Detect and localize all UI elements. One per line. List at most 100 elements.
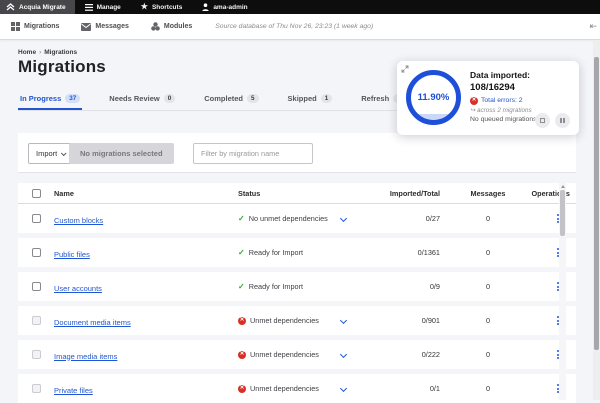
- migration-name-link[interactable]: Public files: [54, 250, 90, 259]
- messages-count: 0: [485, 384, 491, 393]
- status-error-icon: ✕: [238, 384, 246, 393]
- stop-icon: [540, 118, 545, 123]
- table-row: Custom blocks ✓ ✕ No unmet dependencies …: [18, 204, 576, 233]
- tab-count-badge: 5: [247, 93, 259, 103]
- page-scrollbar[interactable]: [593, 40, 600, 400]
- secondary-toolbar: Migrations Messages Modules Source datab…: [0, 14, 600, 40]
- admin-bar: Acquia Migrate Manage ★ Shortcuts ama-ad…: [0, 0, 600, 14]
- table-row: Document media items ✓ ✕ Unmet dependenc…: [18, 306, 576, 335]
- star-icon: ★: [140, 2, 148, 11]
- status-ok-icon: ✓: [238, 247, 245, 257]
- status-error-icon: ✕: [238, 316, 246, 325]
- table-header-row: Name Status Imported/Total Messages Oper…: [18, 183, 576, 204]
- stop-import-button[interactable]: [535, 113, 550, 128]
- migration-name-link[interactable]: User accounts: [54, 284, 102, 293]
- selection-status-button[interactable]: No migrations selected: [69, 143, 174, 164]
- table-row: Private files ✓ ✕ Unmet dependencies 0/1…: [18, 374, 576, 403]
- header-messages: Messages: [470, 188, 506, 198]
- tab-count-badge: 0: [163, 93, 176, 103]
- toolbar-item-messages[interactable]: Messages: [70, 14, 139, 39]
- imported-total-value: 0/901: [421, 316, 440, 325]
- page-title: Migrations: [18, 57, 106, 76]
- migration-name-link[interactable]: Image media items: [54, 352, 117, 361]
- imported-total-value: 0/1: [429, 384, 440, 393]
- breadcrumb-separator: ›: [39, 49, 42, 56]
- header-name: Name: [54, 188, 74, 198]
- table-row: User accounts ✓ ✕ Ready for Import 0/9 0: [18, 272, 576, 301]
- user-menu[interactable]: ama-admin: [192, 0, 257, 14]
- status-ok-icon: ✓: [238, 213, 245, 223]
- redirect-arrow-icon: ↪: [470, 106, 476, 114]
- toolbar-item-migrations[interactable]: Migrations: [0, 14, 70, 39]
- migration-name-link[interactable]: Private files: [54, 386, 93, 395]
- breadcrumb-home-link[interactable]: Home: [18, 49, 36, 56]
- progress-percent: 11.90%: [417, 92, 450, 103]
- table-row: Public files ✓ ✕ Ready for Import 0/1361…: [18, 238, 576, 267]
- header-imported: Imported/Total: [389, 188, 440, 198]
- user-icon: [202, 3, 209, 11]
- chevron-down-icon: [61, 149, 67, 156]
- chevron-down-icon[interactable]: [339, 350, 348, 359]
- pause-import-button[interactable]: [555, 113, 570, 128]
- table-scrollbar-thumb[interactable]: [560, 190, 565, 236]
- hamburger-icon: [84, 3, 93, 11]
- migration-name-link[interactable]: Custom blocks: [54, 216, 103, 225]
- brand-label: Acquia Migrate: [19, 3, 66, 11]
- scroll-up-arrow-icon[interactable]: [560, 185, 565, 188]
- row-checkbox[interactable]: [31, 350, 41, 359]
- chevron-down-icon[interactable]: [339, 316, 348, 325]
- status-ok-icon: ✓: [238, 281, 245, 291]
- breadcrumb-current: Migrations: [44, 49, 78, 56]
- status-text: No unmet dependencies: [248, 214, 328, 223]
- messages-count: 0: [485, 214, 491, 223]
- imported-total-value: 0/9: [429, 282, 440, 291]
- collapse-card-icon[interactable]: [401, 65, 409, 73]
- tab-skipped[interactable]: Skipped 1: [286, 88, 335, 110]
- error-icon: ✕: [470, 96, 478, 105]
- modules-icon: [151, 22, 160, 31]
- row-checkbox[interactable]: [31, 384, 41, 393]
- migrations-table: Name Status Imported/Total Messages Oper…: [18, 183, 576, 403]
- migration-name-link[interactable]: Document media items: [54, 318, 131, 327]
- pause-icon: [560, 117, 565, 124]
- tab-completed[interactable]: Completed 5: [202, 88, 260, 110]
- progress-gauge: 11.90%: [406, 70, 461, 125]
- tab-needs-review[interactable]: Needs Review 0: [107, 88, 177, 110]
- table-scrollbar[interactable]: [559, 183, 566, 400]
- row-checkbox[interactable]: [31, 248, 41, 257]
- import-progress-card: 11.90% Data imported: 108/16294 ✕ Total …: [397, 61, 579, 135]
- tab-count-badge: 37: [65, 93, 81, 103]
- chevron-down-icon[interactable]: [339, 384, 348, 393]
- main-content: Home › Migrations Migrations In Progress 3…: [0, 40, 593, 403]
- status-text: Ready for Import: [248, 282, 304, 291]
- select-all-checkbox[interactable]: [31, 188, 41, 198]
- row-checkbox[interactable]: [31, 214, 41, 223]
- status-error-icon: ✕: [238, 350, 246, 359]
- acquia-migrate-brand[interactable]: Acquia Migrate: [0, 0, 75, 14]
- filter-input[interactable]: [193, 143, 313, 164]
- tab-in-progress[interactable]: In Progress 37: [18, 88, 83, 110]
- table-row: Image media items ✓ ✕ Unmet dependencies…: [18, 340, 576, 369]
- data-imported-label: Data imported:: [470, 70, 530, 80]
- controls-panel: Import No migrations selected: [18, 133, 576, 173]
- messages-count: 0: [485, 282, 491, 291]
- status-text: Unmet dependencies: [250, 384, 319, 393]
- row-checkbox[interactable]: [31, 316, 41, 325]
- source-database-note: Source database of Thu Nov 26, 23:23 (1 …: [215, 23, 374, 30]
- import-dropdown-button[interactable]: Import: [28, 143, 74, 164]
- toolbar-item-modules[interactable]: Modules: [140, 14, 203, 39]
- shortcuts-menu[interactable]: ★ Shortcuts: [131, 0, 193, 14]
- chevron-down-icon[interactable]: [339, 214, 348, 223]
- page-scrollbar-thumb[interactable]: [594, 57, 599, 350]
- messages-count: 0: [485, 316, 491, 325]
- imported-total-value: 0/1361: [417, 248, 440, 257]
- total-errors-link[interactable]: Total errors: 2: [481, 97, 523, 104]
- data-imported-fraction: 108/16294: [470, 81, 515, 93]
- tab-count-badge: 1: [320, 93, 333, 103]
- header-operations: Operations: [531, 188, 570, 198]
- manage-menu[interactable]: Manage: [75, 0, 131, 14]
- messages-count: 0: [485, 350, 491, 359]
- envelope-icon: [81, 22, 92, 31]
- collapse-toolbar-icon[interactable]: ⇤: [589, 21, 597, 32]
- row-checkbox[interactable]: [31, 282, 41, 291]
